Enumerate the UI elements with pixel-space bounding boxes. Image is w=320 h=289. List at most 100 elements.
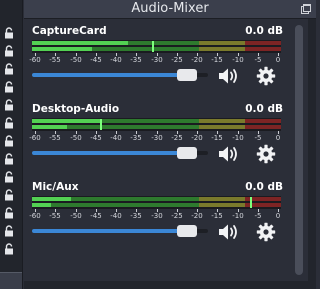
scale-label: -10	[232, 212, 244, 220]
volume-slider[interactable]	[32, 224, 208, 238]
lock-icon[interactable]	[3, 117, 15, 129]
volume-slider[interactable]	[32, 146, 208, 160]
meter-zone-red	[245, 47, 281, 51]
speaker-icon[interactable]	[217, 66, 241, 86]
meter-scale: -60 -55 -50 -45 -40 -35 -30 -25 -20 -15 -10 -5 0	[29, 53, 281, 65]
meter-zone-yellow	[199, 119, 245, 123]
mixer-channel: Desktop-Audio 0.0 dB -60 -55 -50 -45 -40 -35 -30…	[29, 103, 285, 164]
lock-icon[interactable]	[3, 99, 15, 111]
scale-label: -55	[49, 56, 61, 64]
channel-name: Desktop-Audio	[32, 103, 120, 115]
lock-icon[interactable]	[3, 207, 15, 219]
left-panel-stub	[0, 272, 22, 289]
scale-label: -45	[90, 212, 102, 220]
meter-zone-red	[245, 41, 281, 45]
gear-icon[interactable]	[256, 66, 276, 86]
bottom-border	[24, 281, 308, 289]
right-border	[308, 19, 316, 289]
lock-icon[interactable]	[3, 171, 15, 183]
lock-icon[interactable]	[3, 135, 15, 147]
meter-zone-green	[32, 203, 199, 207]
scrollbar-thumb[interactable]	[295, 25, 303, 275]
scale-label: 0	[275, 212, 281, 220]
scale-label: -40	[110, 212, 122, 220]
channel-name: Mic/Aux	[32, 181, 79, 193]
scene-lock-column	[0, 0, 23, 289]
scale-label: -60	[29, 212, 41, 220]
channel-volume-db: 0.0 dB	[245, 103, 283, 115]
scale-label: -55	[49, 134, 61, 142]
scale-label: -20	[191, 56, 203, 64]
speaker-icon[interactable]	[217, 144, 241, 164]
mixer-channel: CaptureCard 0.0 dB -60 -55 -50 -45 -40 -35 -30 -2…	[29, 25, 285, 86]
vertical-scrollbar[interactable]	[292, 19, 306, 281]
scale-label: -5	[254, 56, 262, 64]
meter-peak-marker	[152, 41, 154, 52]
lock-icon[interactable]	[3, 45, 15, 57]
scale-label: -50	[70, 134, 82, 142]
meter-level	[32, 41, 128, 45]
meter-level	[32, 47, 92, 51]
meter-scale: -60 -55 -50 -45 -40 -35 -30 -25 -20 -15 -10 -5 0	[29, 131, 281, 143]
float-window-icon[interactable]	[300, 3, 312, 15]
lock-icon[interactable]	[3, 189, 15, 201]
meter-zone-yellow	[199, 197, 245, 201]
meter-peak-marker	[100, 119, 102, 130]
lock-icon[interactable]	[3, 153, 15, 165]
scale-label: -20	[191, 134, 203, 142]
volume-meter	[32, 40, 281, 53]
scale-label: -5	[254, 212, 262, 220]
scale-label: -35	[130, 212, 142, 220]
scale-label: -45	[90, 56, 102, 64]
meter-scale: -60 -55 -50 -45 -40 -35 -30 -25 -20 -15 -10 -5 0	[29, 209, 281, 221]
scale-label: 0	[275, 56, 281, 64]
meter-zone-red	[245, 125, 281, 129]
slider-fill	[32, 151, 187, 155]
dock-title: Audio-Mixer	[131, 1, 209, 16]
scale-label: -15	[211, 56, 223, 64]
scale-label: -45	[90, 134, 102, 142]
scale-label: -40	[110, 134, 122, 142]
slider-handle[interactable]	[177, 147, 197, 159]
lock-icon[interactable]	[3, 81, 15, 93]
scale-label: -60	[29, 134, 41, 142]
slider-handle[interactable]	[177, 225, 197, 237]
meter-level	[32, 203, 51, 207]
scale-label: -5	[254, 134, 262, 142]
meter-level	[32, 197, 71, 201]
volume-slider[interactable]	[32, 68, 208, 82]
scale-label: -40	[110, 56, 122, 64]
meter-zone-yellow	[199, 125, 245, 129]
speaker-icon[interactable]	[217, 222, 241, 242]
meter-zone-yellow	[199, 47, 245, 51]
volume-meter	[32, 118, 281, 131]
scale-label: -10	[232, 134, 244, 142]
meter-zone-yellow	[199, 203, 245, 207]
scale-label: -25	[171, 134, 183, 142]
scale-label: -15	[211, 134, 223, 142]
scale-label: -25	[171, 56, 183, 64]
scale-label: -55	[49, 212, 61, 220]
meter-zone-yellow	[199, 41, 245, 45]
channel-volume-db: 0.0 dB	[245, 25, 283, 37]
slider-fill	[32, 229, 187, 233]
slider-handle[interactable]	[177, 69, 197, 81]
slider-fill	[32, 73, 187, 77]
mixer-panel: CaptureCard 0.0 dB -60 -55 -50 -45 -40 -35 -30 -2…	[24, 19, 292, 281]
scale-label: -35	[130, 56, 142, 64]
scale-label: -30	[151, 134, 163, 142]
scale-label: -25	[171, 212, 183, 220]
gear-icon[interactable]	[256, 222, 276, 242]
lock-icon[interactable]	[3, 27, 15, 39]
channel-name: CaptureCard	[32, 25, 107, 37]
lock-icon[interactable]	[3, 63, 15, 75]
lock-icon[interactable]	[3, 225, 15, 237]
scale-label: -35	[130, 134, 142, 142]
dock-title-bar: Audio-Mixer	[24, 0, 316, 19]
scale-label: -60	[29, 56, 41, 64]
meter-level	[32, 125, 67, 129]
volume-meter	[32, 196, 281, 209]
lock-icon[interactable]	[3, 243, 15, 255]
meter-track	[32, 125, 281, 129]
gear-icon[interactable]	[256, 144, 276, 164]
